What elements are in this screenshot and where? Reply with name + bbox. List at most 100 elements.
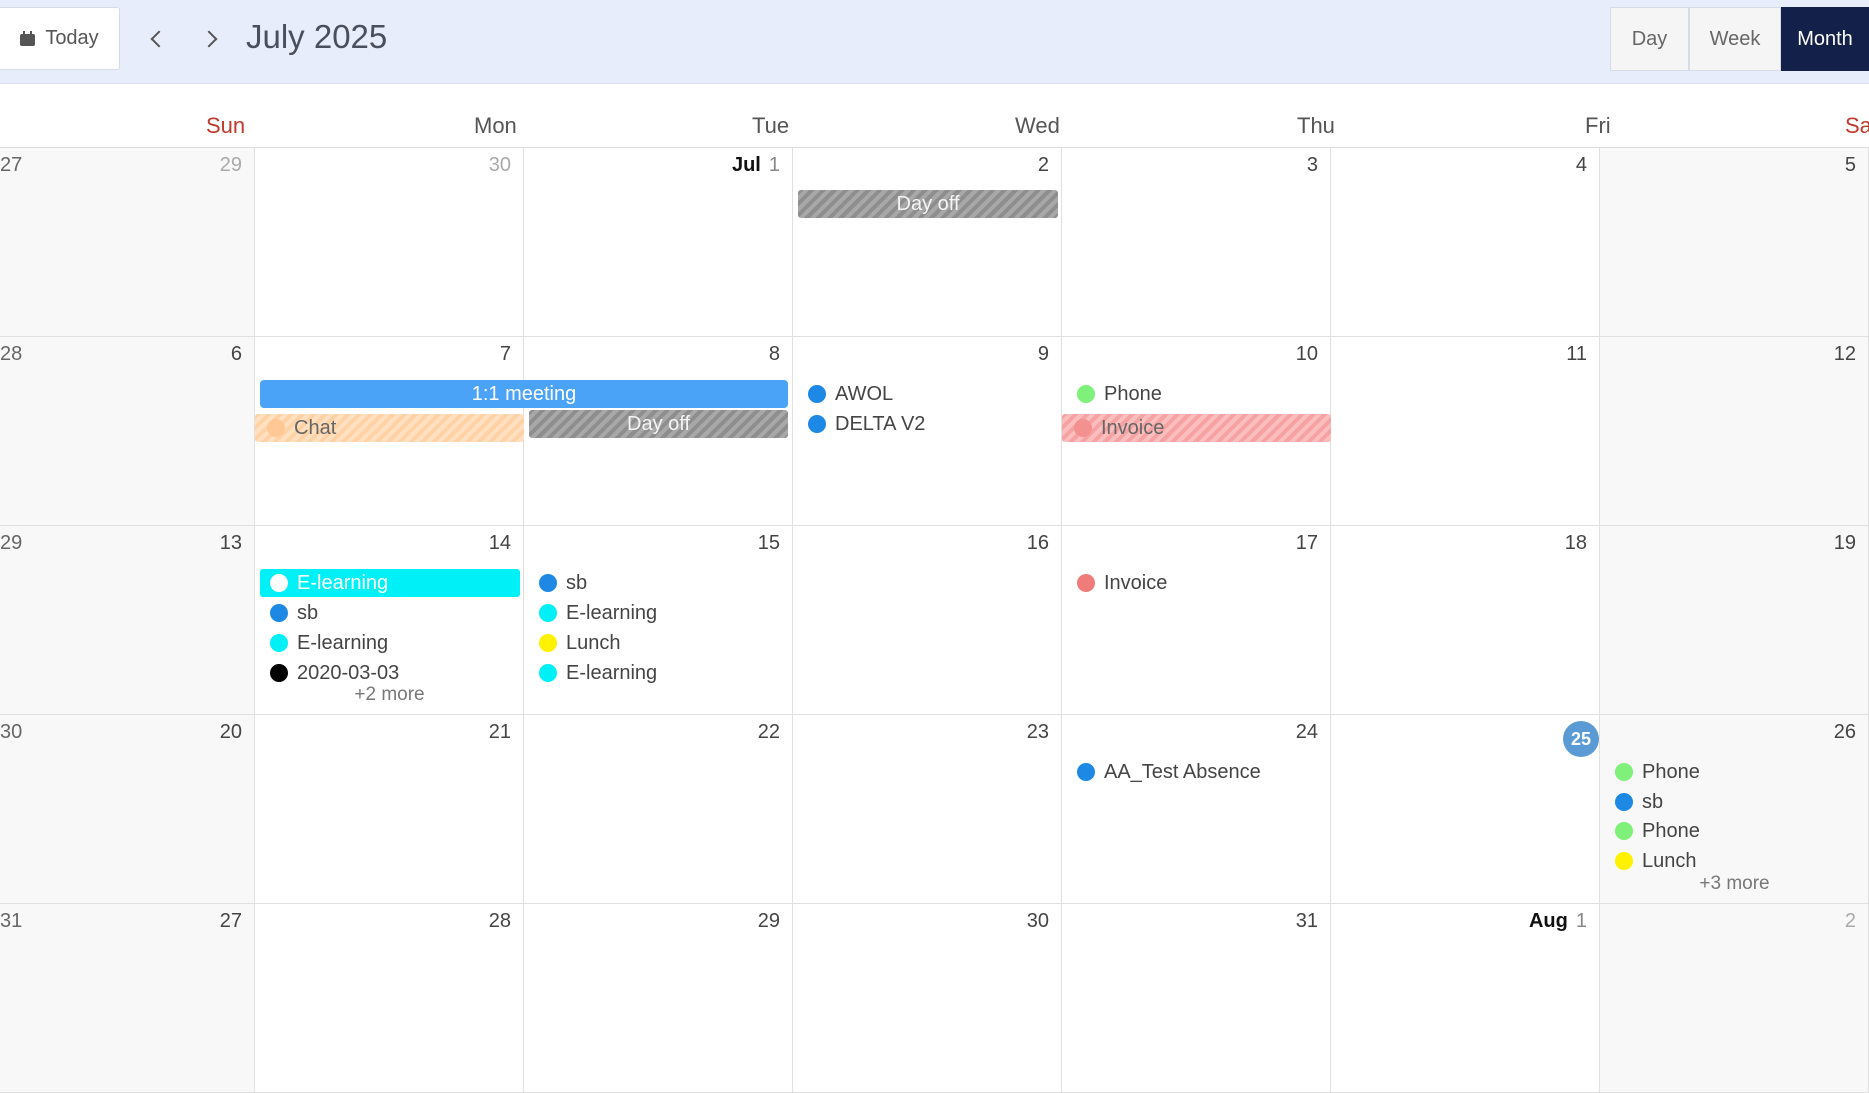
calendar-event[interactable]: Invoice <box>1077 569 1167 597</box>
event-label: Invoice <box>1104 572 1168 594</box>
day-cell[interactable]: 30 <box>793 904 1062 1093</box>
calendar-event[interactable]: Invoice <box>1062 414 1331 442</box>
calendar-event[interactable]: Phone <box>1615 758 1700 786</box>
today-label: Today <box>45 27 99 49</box>
day-number: 28 <box>488 910 511 932</box>
day-number: 8 <box>768 343 780 365</box>
event-label: Invoice <box>1101 417 1165 439</box>
calendar-event[interactable]: sb <box>270 599 318 627</box>
day-number: Aug 1 <box>1529 910 1587 933</box>
prev-month-button[interactable] <box>140 22 174 56</box>
month-start-label: Jul <box>731 154 761 176</box>
day-cell[interactable]: 25 <box>1331 715 1600 904</box>
event-color-dot-icon <box>270 664 288 682</box>
event-color-dot-icon <box>539 604 557 622</box>
day-cell[interactable]: 30 20 <box>0 715 255 904</box>
event-label: sb <box>566 572 588 594</box>
day-cell[interactable]: 11 <box>1331 337 1600 526</box>
day-cell[interactable]: 29 <box>524 904 793 1093</box>
day-cell[interactable]: 17 <box>1062 526 1331 715</box>
day-number: 2 <box>1844 910 1856 932</box>
day-number: 4 <box>1575 154 1587 176</box>
event-color-dot-icon <box>267 419 285 437</box>
day-number: 17 <box>1295 532 1318 554</box>
calendar-event[interactable]: E-learning <box>270 629 388 657</box>
event-color-dot-icon <box>1615 793 1633 811</box>
event-label: E-learning <box>297 632 389 654</box>
day-cell[interactable]: 4 <box>1331 148 1600 337</box>
calendar-event[interactable]: sb <box>539 569 587 597</box>
week-number: 27 <box>0 154 23 176</box>
calendar-event[interactable]: Lunch <box>539 629 621 657</box>
event-label: 2020-03-03 <box>297 662 400 684</box>
view-switcher: Day Week Month <box>1610 7 1869 71</box>
weekday-fri: Fri <box>1585 113 1611 138</box>
event-color-dot-icon <box>270 574 288 592</box>
day-cell[interactable]: 28 <box>255 904 524 1093</box>
day-cell[interactable]: 31 27 <box>0 904 255 1093</box>
today-button[interactable]: Today <box>0 7 120 70</box>
calendar-event[interactable]: AA_Test Absence <box>1077 758 1261 786</box>
day-number: 12 <box>1833 343 1856 365</box>
event-color-dot-icon <box>1615 763 1633 781</box>
event-label: Lunch <box>1642 850 1697 872</box>
day-cell[interactable]: 28 6 <box>0 337 255 526</box>
day-cell[interactable]: 3 <box>1062 148 1331 337</box>
next-month-button[interactable] <box>194 22 228 56</box>
calendar-event[interactable]: 2020-03-03 <box>270 659 399 687</box>
calendar-event[interactable]: E-learning <box>260 569 520 597</box>
day-number: 14 <box>488 532 511 554</box>
more-events-link[interactable]: +2 more <box>255 684 524 706</box>
event-label: sb <box>297 602 319 624</box>
calendar-event[interactable]: AWOL <box>808 380 893 408</box>
day-cell[interactable]: 2 <box>1600 904 1869 1093</box>
calendar-event[interactable]: sb <box>1615 788 1663 816</box>
day-cell[interactable]: Aug 1 <box>1331 904 1600 1093</box>
day-cell[interactable]: 23 <box>793 715 1062 904</box>
day-cell[interactable]: 16 <box>793 526 1062 715</box>
day-number: 18 <box>1564 532 1587 554</box>
calendar-event[interactable]: Day off <box>529 410 788 438</box>
day-cell[interactable]: 27 29 <box>0 148 255 337</box>
day-cell[interactable]: 21 <box>255 715 524 904</box>
event-color-dot-icon <box>1077 763 1095 781</box>
weekday-thu: Thu <box>1297 113 1335 138</box>
day-cell[interactable]: 19 <box>1600 526 1869 715</box>
view-day-button[interactable]: Day <box>1610 7 1689 71</box>
day-cell[interactable]: 29 13 <box>0 526 255 715</box>
day-cell[interactable]: 30 <box>255 148 524 337</box>
day-number: 10 <box>1295 343 1318 365</box>
calendar-event[interactable]: Chat <box>255 414 524 442</box>
view-week-button[interactable]: Week <box>1689 7 1781 71</box>
calendar-event[interactable]: Phone <box>1615 817 1700 845</box>
day-number: 30 <box>1026 910 1049 932</box>
day-cell[interactable]: 31 <box>1062 904 1331 1093</box>
day-number: 23 <box>1026 721 1049 743</box>
more-events-link[interactable]: +3 more <box>1600 873 1869 895</box>
month-grid: 27 29 30 Jul 1 2 3 4 5 28 6 7 8 9 10 11 12 29 13 14 15 16 17 18… <box>0 148 1869 1093</box>
calendar-event[interactable]: Day off <box>798 190 1058 218</box>
calendar-event[interactable]: Lunch <box>1615 847 1697 875</box>
day-cell[interactable]: 24 <box>1062 715 1331 904</box>
calendar-event[interactable]: E-learning <box>539 659 657 687</box>
calendar-event[interactable]: 1:1 meeting <box>260 380 788 408</box>
event-label: Lunch <box>566 632 621 654</box>
calendar-event[interactable]: Phone <box>1077 380 1162 408</box>
calendar-event[interactable]: E-learning <box>539 599 657 627</box>
day-number: 24 <box>1295 721 1318 743</box>
view-month-button[interactable]: Month <box>1781 7 1869 71</box>
day-cell[interactable]: 22 <box>524 715 793 904</box>
calendar-event[interactable]: DELTA V2 <box>808 410 925 438</box>
weekday-sat: Sa <box>1845 113 1869 138</box>
day-cell[interactable]: 2 <box>793 148 1062 337</box>
day-number: 6 <box>230 343 242 365</box>
day-number: 3 <box>1306 154 1318 176</box>
event-color-dot-icon <box>1615 822 1633 840</box>
day-cell[interactable]: 18 <box>1331 526 1600 715</box>
day-cell[interactable]: 5 <box>1600 148 1869 337</box>
event-label: 1:1 meeting <box>471 383 577 405</box>
event-label: AA_Test Absence <box>1104 761 1261 783</box>
chevron-left-icon <box>150 30 168 48</box>
day-cell[interactable]: Jul 1 <box>524 148 793 337</box>
day-cell[interactable]: 12 <box>1600 337 1869 526</box>
